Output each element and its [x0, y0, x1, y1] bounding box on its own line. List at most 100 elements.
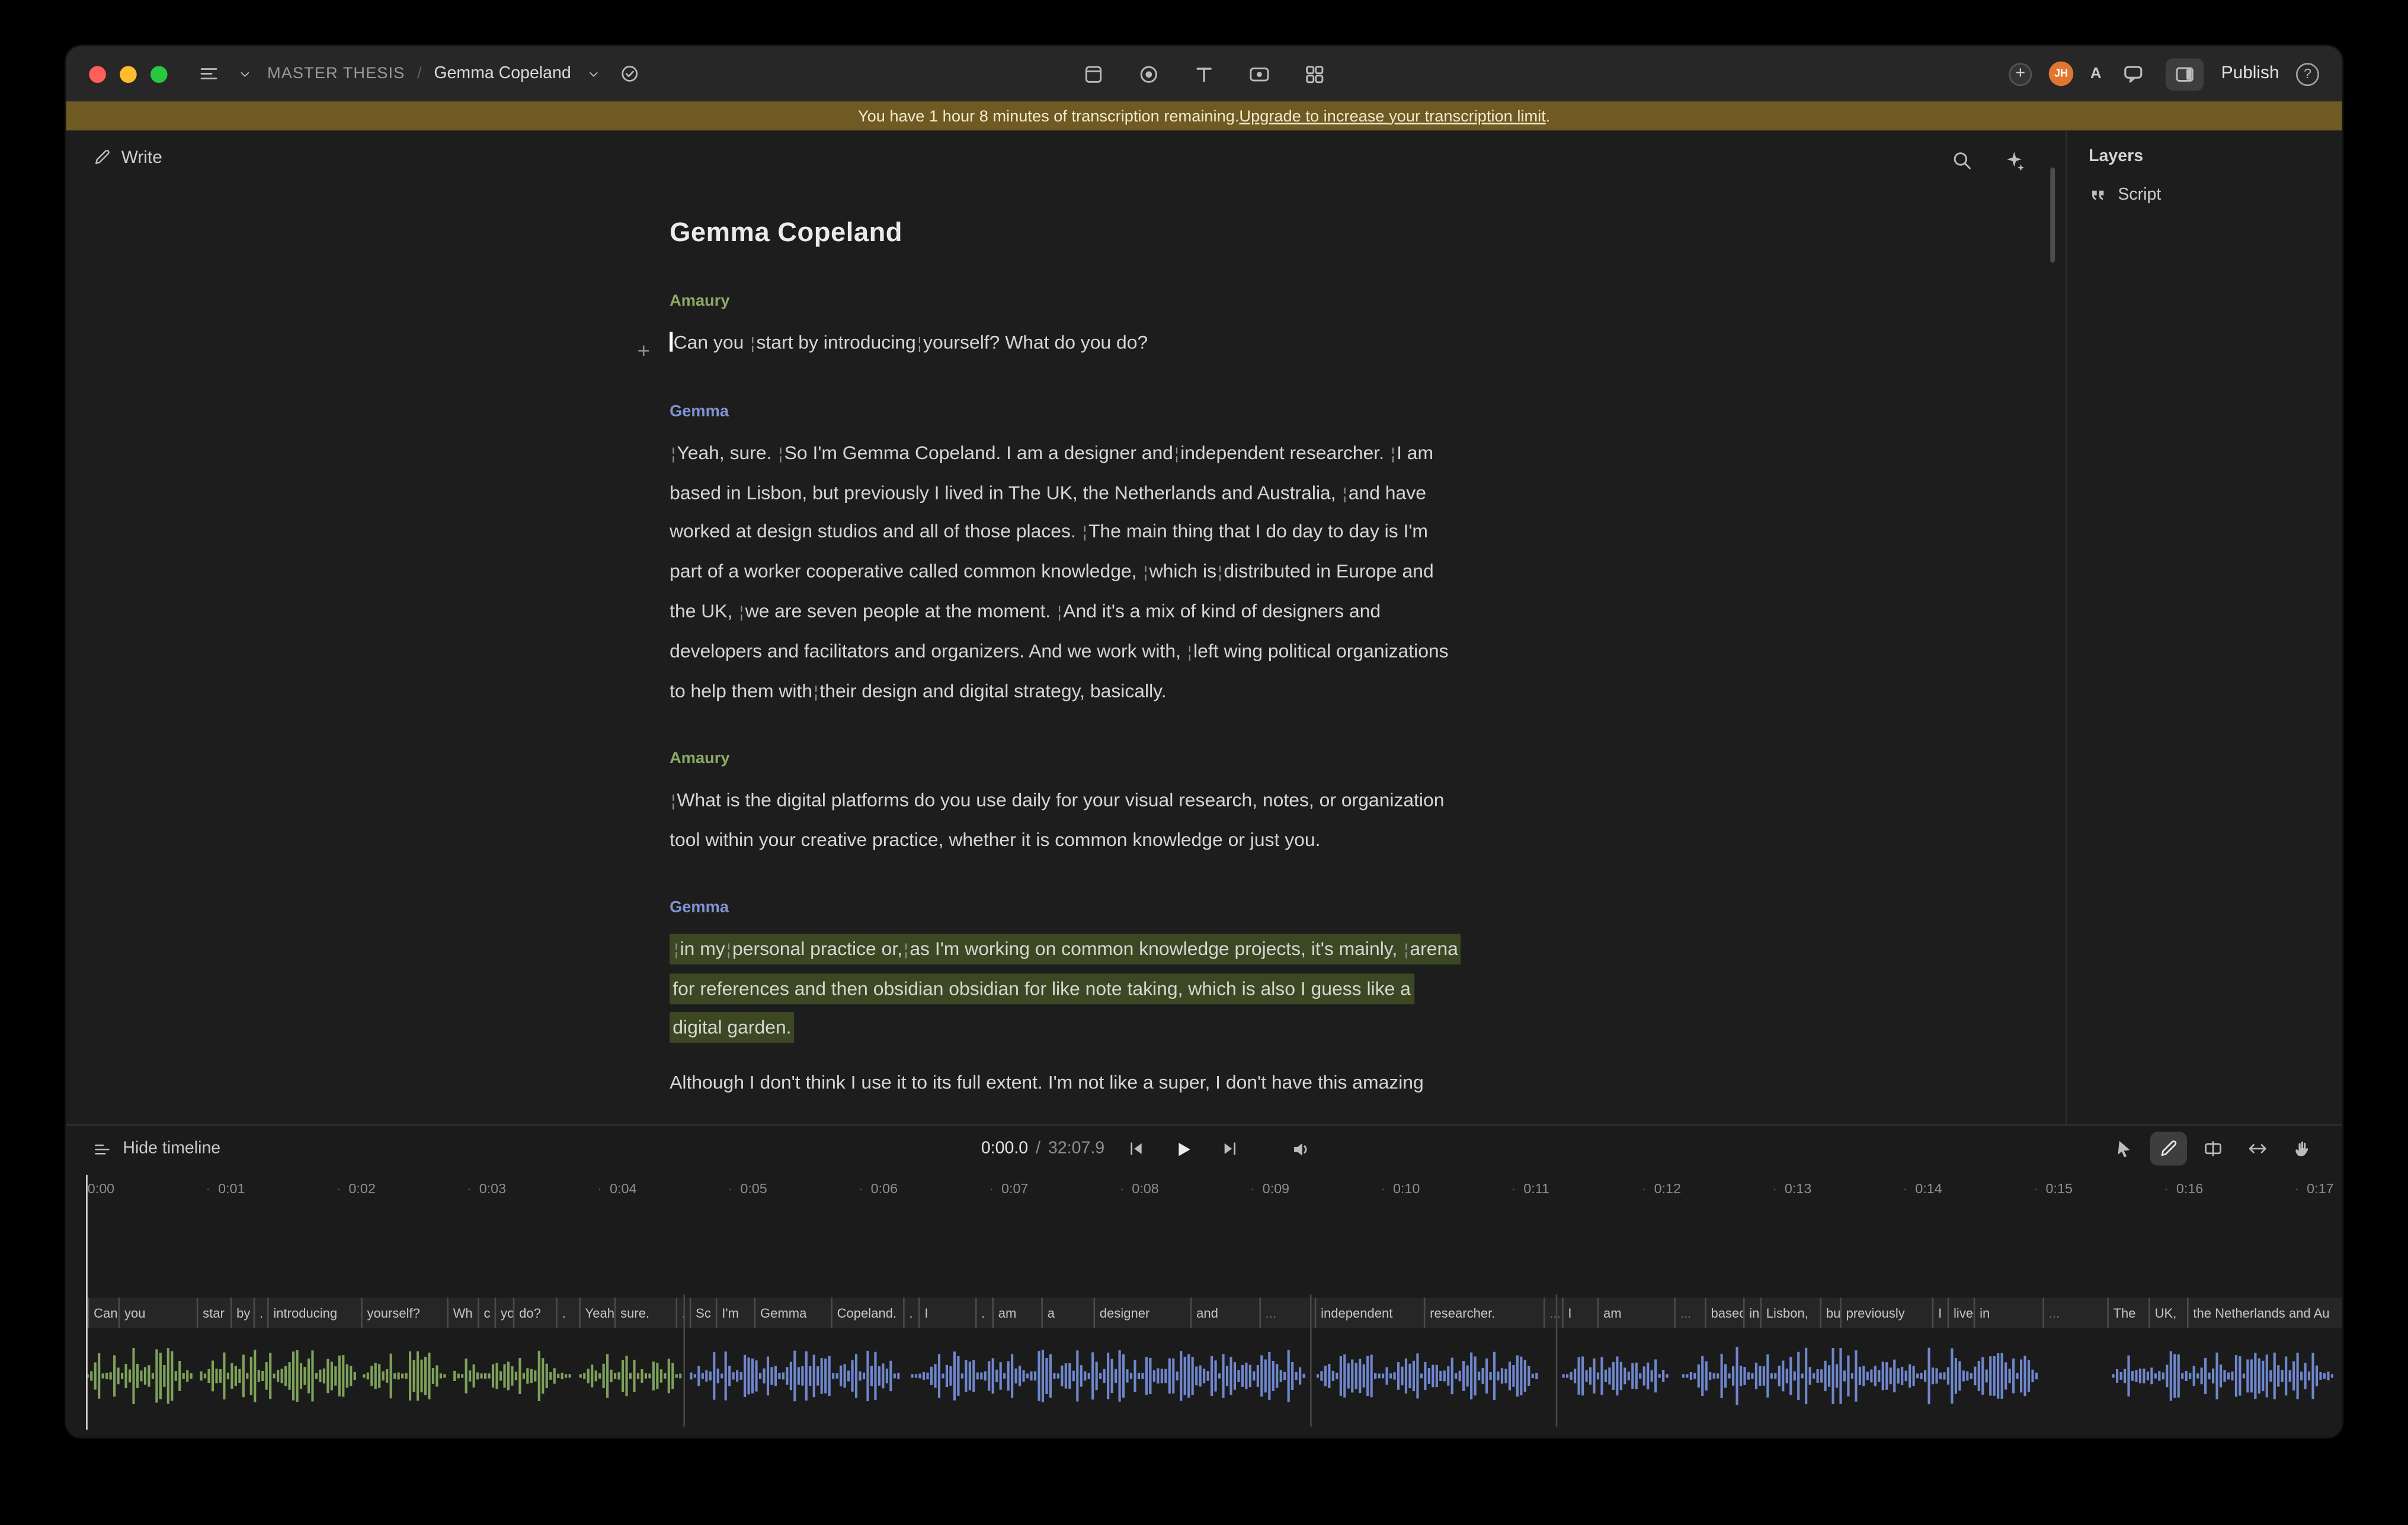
- word-segment[interactable]: introducing: [267, 1297, 361, 1328]
- word-segment[interactable]: Gemma: [754, 1297, 831, 1328]
- paragraph-text[interactable]: Although I don't think I use it to its f…: [670, 1065, 1462, 1103]
- help-button[interactable]: ?: [2296, 62, 2319, 85]
- word-segment[interactable]: in: [1743, 1297, 1760, 1328]
- ruler-tick: ·0:07: [1001, 1175, 1132, 1203]
- word-segment[interactable]: .: [254, 1297, 267, 1328]
- word-segment[interactable]: by: [230, 1297, 254, 1328]
- word-segment[interactable]: .: [556, 1297, 579, 1328]
- word-segment[interactable]: ...: [2042, 1297, 2107, 1328]
- word-segment[interactable]: bu: [1820, 1297, 1840, 1328]
- word-segment[interactable]: .: [675, 1297, 689, 1328]
- word-segment[interactable]: and: [1190, 1297, 1260, 1328]
- templates-icon[interactable]: [1300, 59, 1329, 88]
- skip-forward-button[interactable]: [1216, 1135, 1244, 1162]
- word-segment[interactable]: The: [2107, 1297, 2148, 1328]
- speaker-label[interactable]: Gemma: [670, 898, 1462, 917]
- word-segment[interactable]: I: [918, 1297, 975, 1328]
- minimize-window-button[interactable]: [120, 65, 137, 82]
- pointer-tool-icon[interactable]: [2106, 1132, 2143, 1165]
- upgrade-link[interactable]: Upgrade to increase your transcription l…: [1239, 107, 1545, 125]
- word-segment[interactable]: am: [992, 1297, 1041, 1328]
- horizontal-scroll-tool-icon[interactable]: [2239, 1132, 2276, 1165]
- comments-icon[interactable]: [2118, 58, 2149, 89]
- word-segment[interactable]: Can: [88, 1297, 119, 1328]
- speaker-label[interactable]: Gemma: [670, 402, 1462, 421]
- word-segment[interactable]: ...: [1544, 1297, 1562, 1328]
- waveform-svg[interactable]: [88, 1330, 2342, 1423]
- publish-button[interactable]: Publish: [2221, 65, 2279, 83]
- timeline-ruler[interactable]: 0:00·0:01·0:02·0:03·0:04·0:05·0:06·0:07·…: [88, 1175, 2342, 1203]
- add-block-button[interactable]: +: [638, 339, 650, 361]
- search-icon[interactable]: [1948, 146, 1977, 175]
- paragraph-text[interactable]: ¦in my¦personal practice or,¦as I'm work…: [670, 931, 1462, 1046]
- word-segment[interactable]: I: [1932, 1297, 1948, 1328]
- word-segment[interactable]: do?: [513, 1297, 556, 1328]
- text-icon[interactable]: [1190, 59, 1219, 88]
- chevron-down-icon[interactable]: [235, 64, 255, 84]
- word-segment[interactable]: yourself?: [361, 1297, 447, 1328]
- right-panel-toggle[interactable]: [2166, 57, 2204, 89]
- word-segment[interactable]: independent: [1315, 1297, 1424, 1328]
- layer-item-script[interactable]: Script: [2089, 186, 2320, 204]
- word-segment[interactable]: you: [119, 1297, 197, 1328]
- word-segment[interactable]: designer: [1094, 1297, 1190, 1328]
- word-segment[interactable]: Lisbon,: [1760, 1297, 1820, 1328]
- scrollbar-thumb[interactable]: [2050, 168, 2055, 263]
- hand-tool-icon[interactable]: [2284, 1132, 2320, 1165]
- word-segment[interactable]: in: [1974, 1297, 2043, 1328]
- audio-monitor-button[interactable]: [1288, 1134, 1317, 1163]
- word-segment[interactable]: researcher.: [1424, 1297, 1544, 1328]
- screen-capture-icon[interactable]: [1245, 59, 1274, 88]
- highlighter-tool-icon[interactable]: [2150, 1132, 2187, 1165]
- traffic-lights: [89, 65, 167, 82]
- word-segment[interactable]: .: [975, 1297, 992, 1328]
- skip-back-button[interactable]: [1123, 1135, 1151, 1162]
- word-segment[interactable]: Wh: [447, 1297, 478, 1328]
- paragraph-text[interactable]: ¦Yeah, sure. ¦So I'm Gemma Copeland. I a…: [670, 434, 1462, 712]
- word-segment[interactable]: ...: [1259, 1297, 1314, 1328]
- word-segment[interactable]: Copeland.: [831, 1297, 903, 1328]
- record-icon[interactable]: [1134, 59, 1163, 88]
- paragraph-text[interactable]: ¦What is the digital platforms do you us…: [670, 782, 1462, 860]
- breadcrumb-document[interactable]: Gemma Copeland: [434, 65, 571, 83]
- write-button[interactable]: Write: [92, 148, 162, 168]
- invite-button[interactable]: +: [2009, 62, 2032, 85]
- split-clip-tool-icon[interactable]: [2195, 1132, 2231, 1165]
- ai-sparkle-icon[interactable]: [2000, 146, 2029, 175]
- user-avatar[interactable]: JH: [2049, 62, 2073, 86]
- word-segment[interactable]: am: [1597, 1297, 1674, 1328]
- hide-timeline-label: Hide timeline: [123, 1139, 220, 1158]
- play-button[interactable]: [1169, 1134, 1198, 1163]
- word-segment[interactable]: based: [1705, 1297, 1743, 1328]
- word-segment[interactable]: live: [1948, 1297, 1974, 1328]
- word-segment[interactable]: star: [197, 1297, 230, 1328]
- word-segment[interactable]: the Netherlands and Au: [2187, 1297, 2342, 1328]
- playhead[interactable]: [85, 1175, 88, 1430]
- word-segment[interactable]: a: [1041, 1297, 1093, 1328]
- project-menu-icon[interactable]: [195, 60, 223, 88]
- collaborator-avatar[interactable]: A: [2090, 65, 2102, 82]
- word-segment[interactable]: .: [903, 1297, 918, 1328]
- word-segment[interactable]: Sc: [690, 1297, 716, 1328]
- word-segment[interactable]: sure.: [614, 1297, 676, 1328]
- speaker-label[interactable]: Amaury: [670, 291, 1462, 310]
- word-segment[interactable]: I'm: [716, 1297, 754, 1328]
- hide-timeline-button[interactable]: Hide timeline: [92, 1139, 221, 1159]
- word-segment[interactable]: Yeah,: [579, 1297, 614, 1328]
- word-segment[interactable]: I: [1562, 1297, 1597, 1328]
- close-window-button[interactable]: [89, 65, 106, 82]
- word-segment[interactable]: yo: [495, 1297, 513, 1328]
- word-segment[interactable]: c: [478, 1297, 495, 1328]
- timeline-icon: [92, 1139, 113, 1159]
- speaker-label[interactable]: Amaury: [670, 750, 1462, 768]
- quote-icon: [2089, 186, 2107, 204]
- paragraph-text[interactable]: Can you ¦start by introducing¦yourself? …: [670, 324, 1462, 364]
- scenes-icon[interactable]: [1079, 59, 1108, 88]
- word-segment[interactable]: previously: [1840, 1297, 1932, 1328]
- document-chevron-down-icon[interactable]: [583, 64, 603, 84]
- ruler-tick: ·0:06: [871, 1175, 1001, 1203]
- zoom-window-button[interactable]: [150, 65, 168, 82]
- word-segment[interactable]: UK,: [2148, 1297, 2187, 1328]
- breadcrumb-project[interactable]: MASTER THESIS: [267, 65, 405, 83]
- word-segment[interactable]: ...: [1674, 1297, 1705, 1328]
